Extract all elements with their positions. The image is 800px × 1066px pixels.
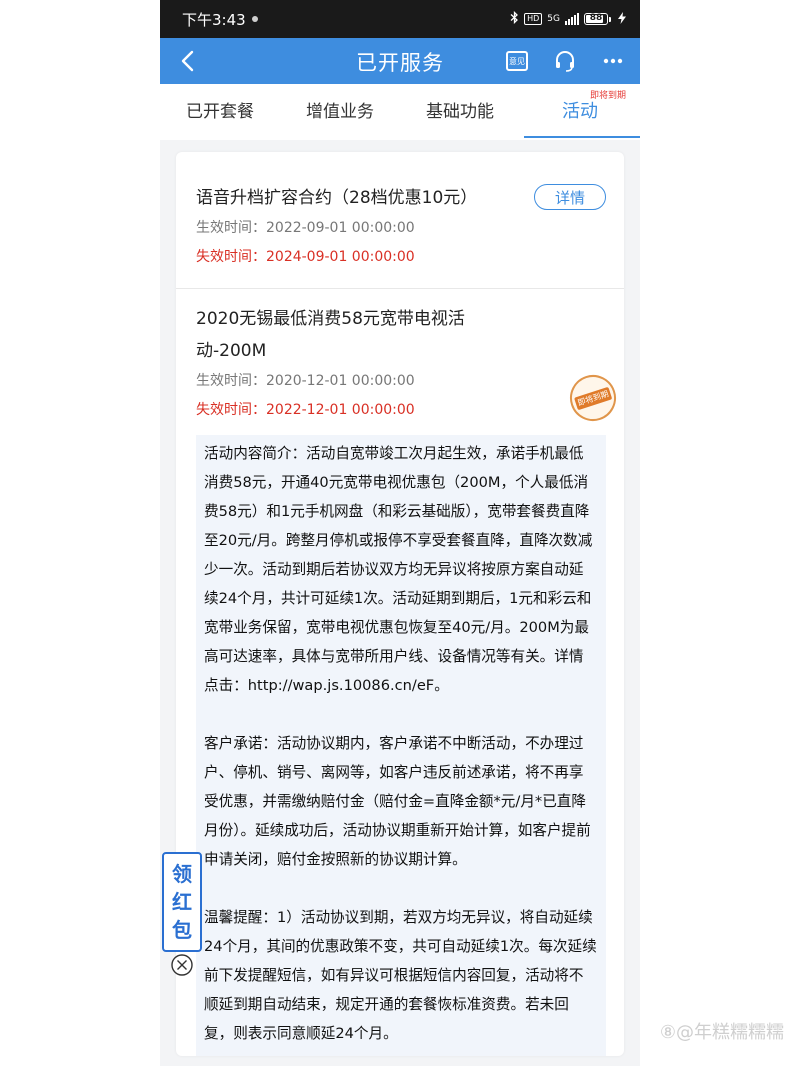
nav-actions: 意见 <box>504 48 626 74</box>
activity-description: 活动内容简介：活动自宽带竣工次月起生效，承诺手机最低消费58元，开通40元宽带电… <box>196 435 606 1056</box>
watermark: ⑧@年糕糯糯糯 <box>659 1022 784 1043</box>
red-packet-char: 红 <box>172 890 192 914</box>
close-icon[interactable] <box>170 953 194 977</box>
charging-icon <box>618 11 626 27</box>
tab-activities[interactable]: 活动 即将到期 <box>520 84 640 140</box>
status-left: 下午3:43 <box>182 9 258 30</box>
battery-icon: 88 <box>584 13 611 25</box>
signal-icon <box>565 13 579 25</box>
start-time: 生效时间：2022-09-01 00:00:00 <box>196 220 415 236</box>
list-item: 语音升档扩容合约（28档优惠10元） 生效时间：2022-09-01 00:00… <box>176 152 624 289</box>
red-packet-char: 领 <box>172 862 192 886</box>
status-right: HD 5G 88 <box>510 10 626 28</box>
tab-value-added[interactable]: 增值业务 <box>280 84 400 140</box>
end-time: 失效时间：2024-09-01 00:00:00 <box>196 249 415 265</box>
end-time: 失效时间：2022-12-01 00:00:00 <box>196 402 415 418</box>
description-reminder: 温馨提醒：1）活动协议到期，若双方均无异议，将自动延续24个月，其间的优惠政策不… <box>204 909 597 1042</box>
status-time: 下午3:43 <box>182 10 246 29</box>
red-packet-char: 包 <box>172 918 192 942</box>
stamp-label: 即将到期 <box>573 386 613 410</box>
notification-dot-icon <box>251 16 258 22</box>
description-commitment: 客户承诺：活动协议期内，客户承诺不中断活动，不办理过户、停机、销号、离网等，如客… <box>204 735 591 868</box>
more-icon[interactable] <box>600 48 626 74</box>
feedback-icon[interactable]: 意见 <box>504 48 530 74</box>
description-intro: 活动内容简介：活动自宽带竣工次月起生效，承诺手机最低消费58元，开通40元宽带电… <box>204 445 593 694</box>
item-title: 2020无锡最低消费58元宽带电视活动-200M <box>196 309 465 361</box>
tab-bar: 已开套餐 增值业务 基础功能 活动 即将到期 <box>160 84 640 140</box>
hd-icon: HD <box>524 13 543 25</box>
tab-packages[interactable]: 已开套餐 <box>160 84 280 140</box>
details-button[interactable]: 详情 <box>534 184 606 210</box>
headset-icon[interactable] <box>552 48 578 74</box>
expiring-badge: 即将到期 <box>589 91 626 101</box>
battery-level: 88 <box>589 13 603 23</box>
feedback-label: 意见 <box>506 51 528 71</box>
start-time: 生效时间：2020-12-01 00:00:00 <box>196 373 415 389</box>
phone-screen: 下午3:43 HD 5G 88 已开服务 意见 已开套餐 增值业务 基础功能 活… <box>160 0 640 1066</box>
tab-activities-label: 活动 <box>562 101 598 122</box>
bluetooth-icon <box>510 10 519 28</box>
tab-basic-functions[interactable]: 基础功能 <box>400 84 520 140</box>
network-type: 5G <box>547 14 560 24</box>
list-item: 2020无锡最低消费58元宽带电视活动-200M 生效时间：2020-12-01… <box>176 289 624 427</box>
status-bar: 下午3:43 HD 5G 88 <box>160 0 640 38</box>
red-packet-button[interactable]: 领 红 包 <box>162 852 202 952</box>
activity-list: 语音升档扩容合约（28档优惠10元） 生效时间：2022-09-01 00:00… <box>176 152 624 1056</box>
nav-bar: 已开服务 意见 <box>160 38 640 84</box>
